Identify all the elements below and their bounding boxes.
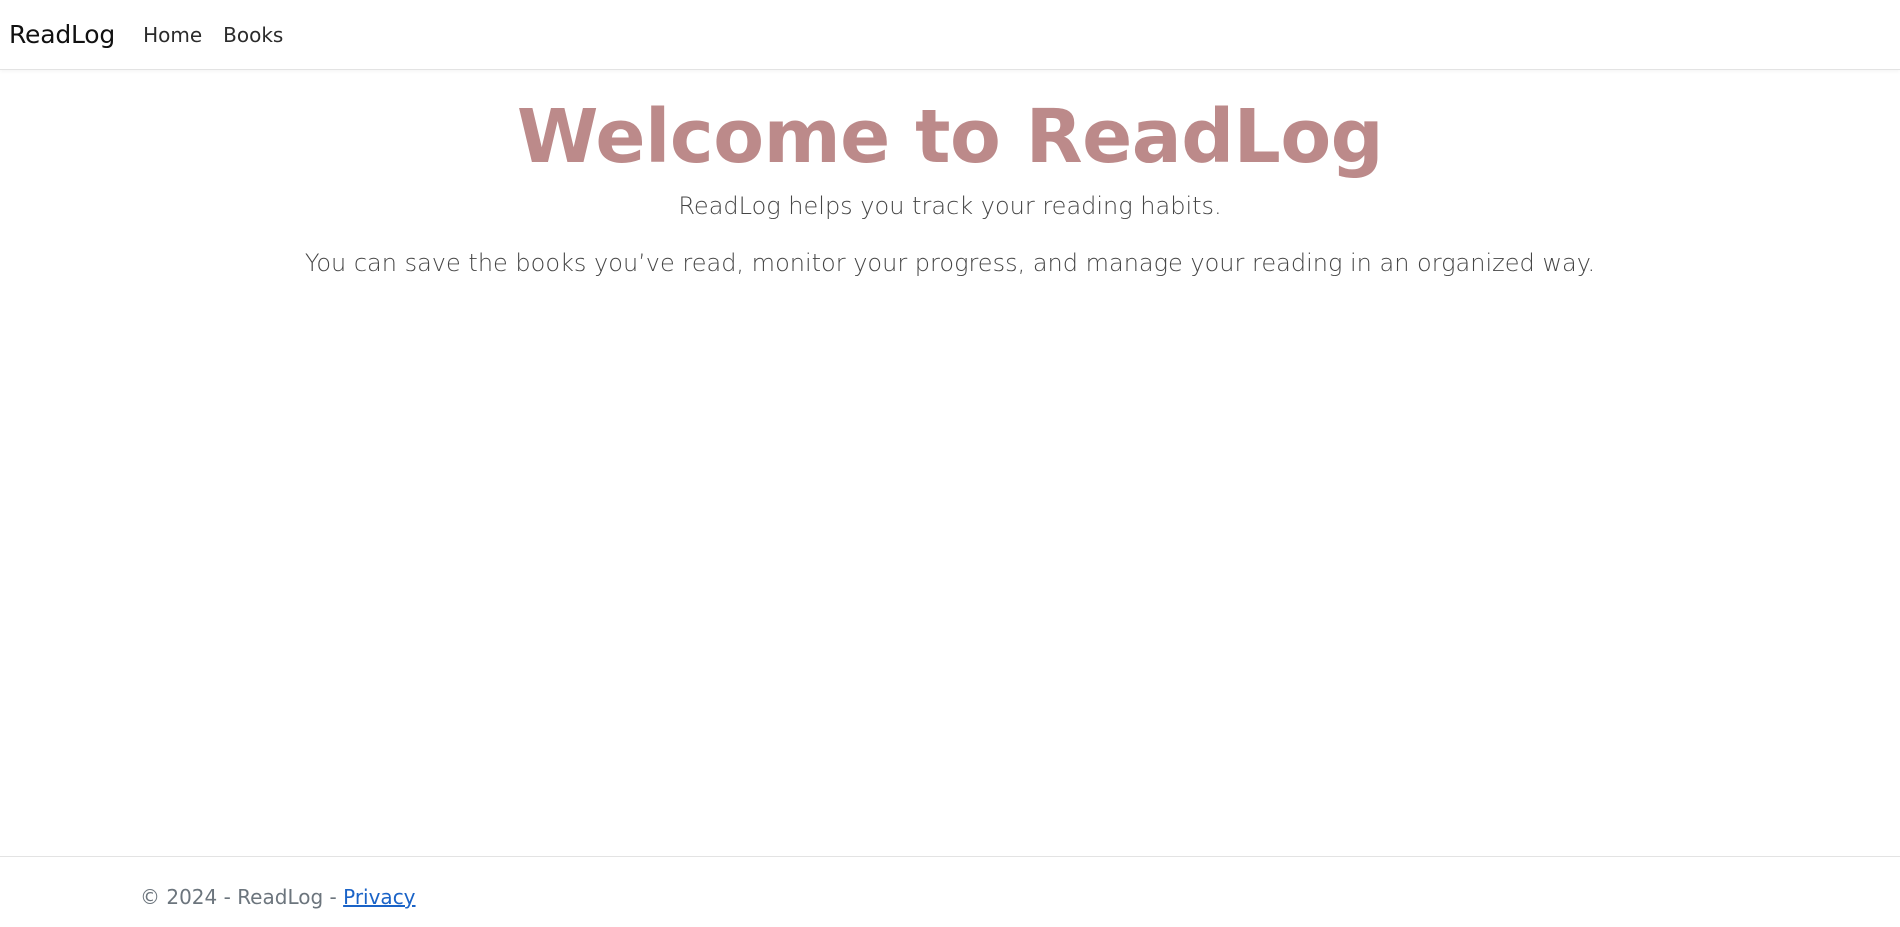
footer-text: © 2024 - ReadLog - Privacy [140, 885, 416, 909]
nav-link-books[interactable]: Books [223, 23, 283, 47]
privacy-link[interactable]: Privacy [343, 885, 415, 909]
footer-copyright: © 2024 - ReadLog - [140, 885, 337, 909]
hero-subtitle: ReadLog helps you track your reading hab… [678, 192, 1222, 221]
nav-link-home[interactable]: Home [143, 23, 202, 47]
hero-description: You can save the books you’ve read, moni… [304, 249, 1596, 278]
main-content: Welcome to ReadLog ReadLog helps you tra… [0, 70, 1900, 277]
page: ReadLog Home Books Welcome to ReadLog Re… [0, 0, 1900, 927]
footer: © 2024 - ReadLog - Privacy [0, 856, 1900, 927]
brand-link[interactable]: ReadLog [9, 20, 115, 49]
page-title: Welcome to ReadLog [516, 94, 1384, 180]
top-navbar: ReadLog Home Books [0, 0, 1900, 70]
